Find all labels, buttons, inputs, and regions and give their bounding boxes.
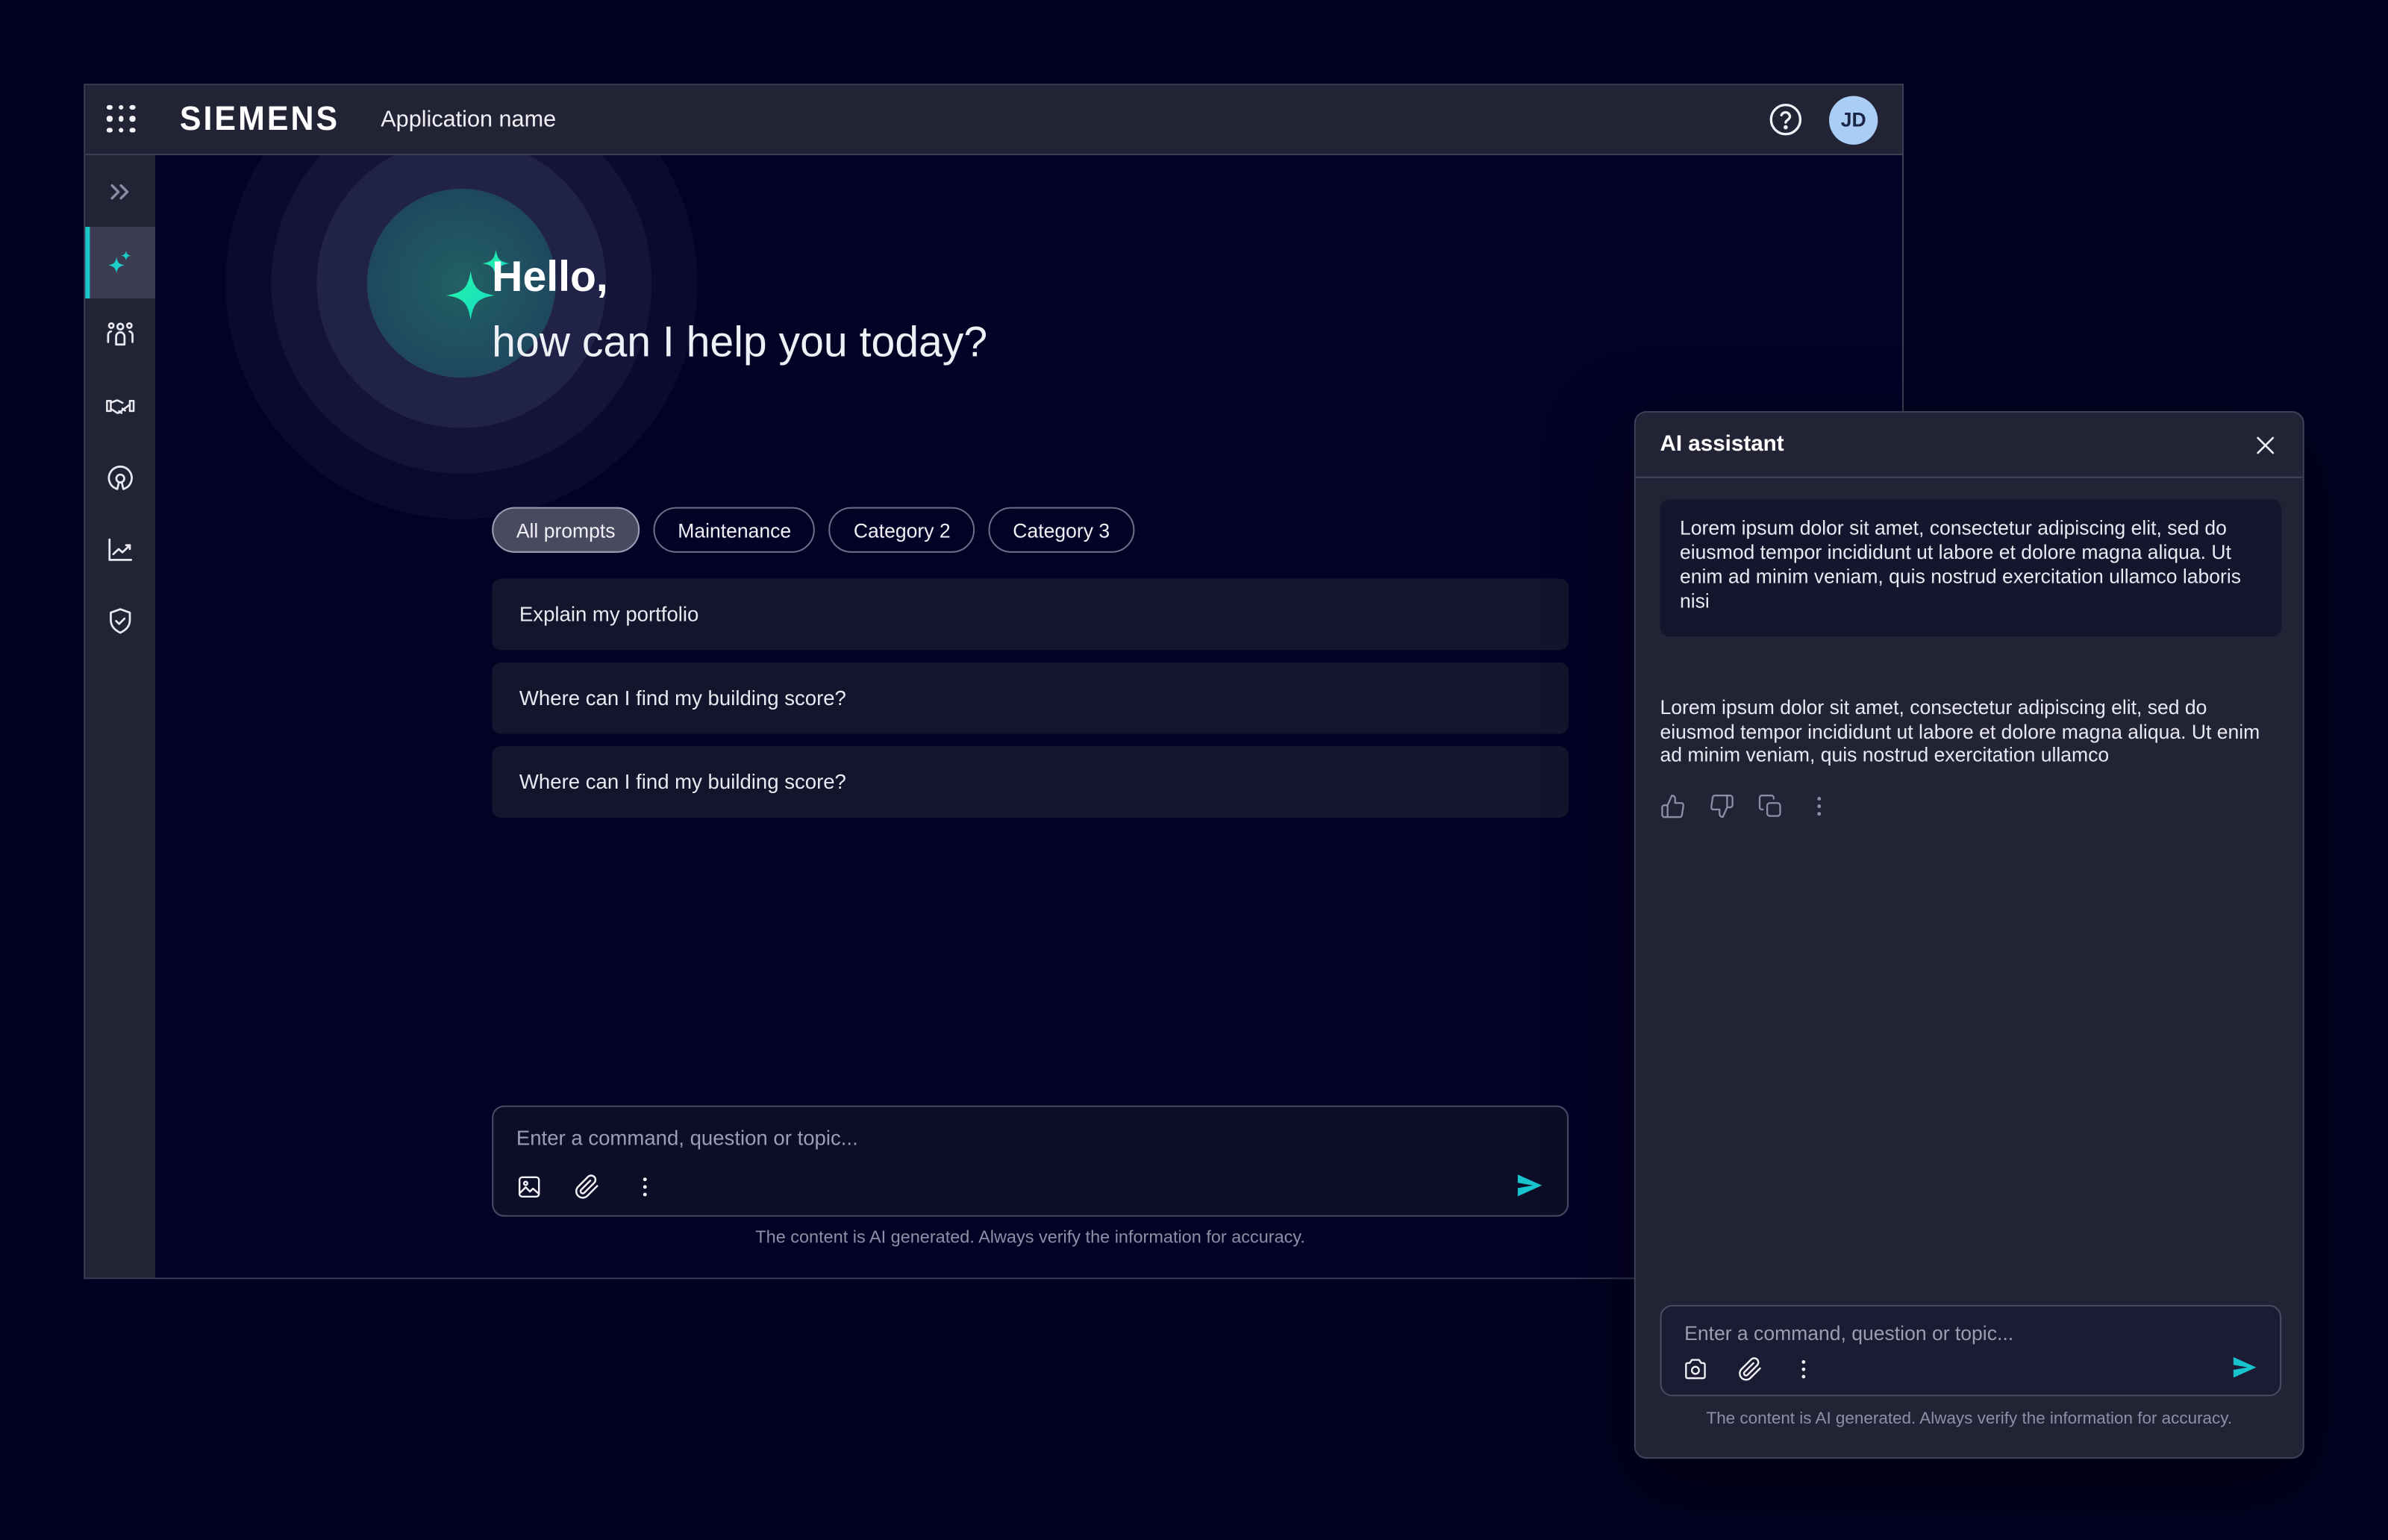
camera-icon[interactable] (1683, 1356, 1708, 1381)
thumbs-up-icon[interactable] (1660, 793, 1686, 819)
prompt-card[interactable]: Where can I find my building score? (492, 746, 1569, 818)
more-options-icon[interactable] (632, 1174, 658, 1200)
greeting-title: Hello, (492, 253, 608, 301)
panel-command-input[interactable] (1684, 1315, 2257, 1349)
avatar[interactable]: JD (1829, 96, 1878, 144)
expand-chevrons-icon (105, 176, 136, 207)
main-composer (492, 1106, 1569, 1217)
screen: SIEMENS Application name JD (0, 0, 2388, 1540)
prompt-card[interactable]: Explain my portfolio (492, 579, 1569, 651)
panel-title: AI assistant (1660, 433, 1784, 457)
help-icon[interactable] (1768, 102, 1803, 137)
sidebar-item-analytics[interactable] (85, 513, 155, 585)
app-window: SIEMENS Application name JD (84, 84, 1904, 1279)
brand-logo: SIEMENS (180, 100, 340, 138)
close-icon[interactable] (2252, 432, 2278, 458)
sidebar-expand-button[interactable] (85, 155, 155, 227)
send-icon[interactable] (2231, 1353, 2259, 1381)
handshake-icon (105, 390, 136, 421)
app-launcher-icon[interactable] (107, 104, 137, 135)
message-actions (1660, 793, 1832, 819)
filter-chips: All prompts Maintenance Category 2 Categ… (492, 507, 1134, 553)
chip-all-prompts[interactable]: All prompts (492, 507, 640, 553)
ai-assistant-panel: AI assistant Lorem ipsum dolor sit amet,… (1634, 411, 2304, 1459)
user-message: Lorem ipsum dolor sit amet, consectetur … (1660, 499, 2281, 636)
more-options-icon[interactable] (1791, 1356, 1816, 1381)
ai-sparkle-icon (105, 248, 136, 278)
panel-header: AI assistant (1636, 413, 2303, 478)
prompt-card[interactable]: Where can I find my building score? (492, 663, 1569, 734)
sidebar-item-security[interactable] (85, 585, 155, 657)
more-options-icon[interactable] (1806, 793, 1832, 819)
shield-check-icon (105, 605, 136, 636)
command-input[interactable] (516, 1121, 1545, 1154)
chip-category-3[interactable]: Category 3 (989, 507, 1134, 553)
app-header: SIEMENS Application name JD (85, 85, 1902, 155)
people-group-icon (105, 319, 136, 350)
sidebar-item-ai-assistant[interactable] (85, 227, 155, 298)
sidebar-item-people[interactable] (85, 298, 155, 370)
greeting-subtitle: how can I help you today? (492, 319, 987, 367)
chip-category-2[interactable]: Category 2 (829, 507, 975, 553)
app-title: Application name (381, 107, 556, 133)
assistant-message: Lorem ipsum dolor sit amet, consectetur … (1660, 696, 2266, 767)
copy-icon[interactable] (1757, 793, 1784, 819)
sidebar (85, 155, 155, 1277)
panel-ai-disclaimer: The content is AI generated. Always veri… (1636, 1410, 2303, 1428)
line-chart-icon (105, 533, 136, 564)
panel-composer (1660, 1305, 2281, 1396)
chip-maintenance[interactable]: Maintenance (654, 507, 816, 553)
image-icon[interactable] (516, 1174, 543, 1200)
paperclip-icon[interactable] (1737, 1356, 1763, 1381)
sidebar-item-access[interactable] (85, 442, 155, 513)
keyhole-circle-icon (105, 462, 136, 492)
sidebar-item-partners[interactable] (85, 370, 155, 442)
thumbs-down-icon[interactable] (1709, 793, 1735, 819)
paperclip-icon[interactable] (574, 1174, 600, 1200)
ai-disclaimer: The content is AI generated. Always veri… (492, 1229, 1569, 1247)
send-icon[interactable] (1516, 1171, 1545, 1200)
